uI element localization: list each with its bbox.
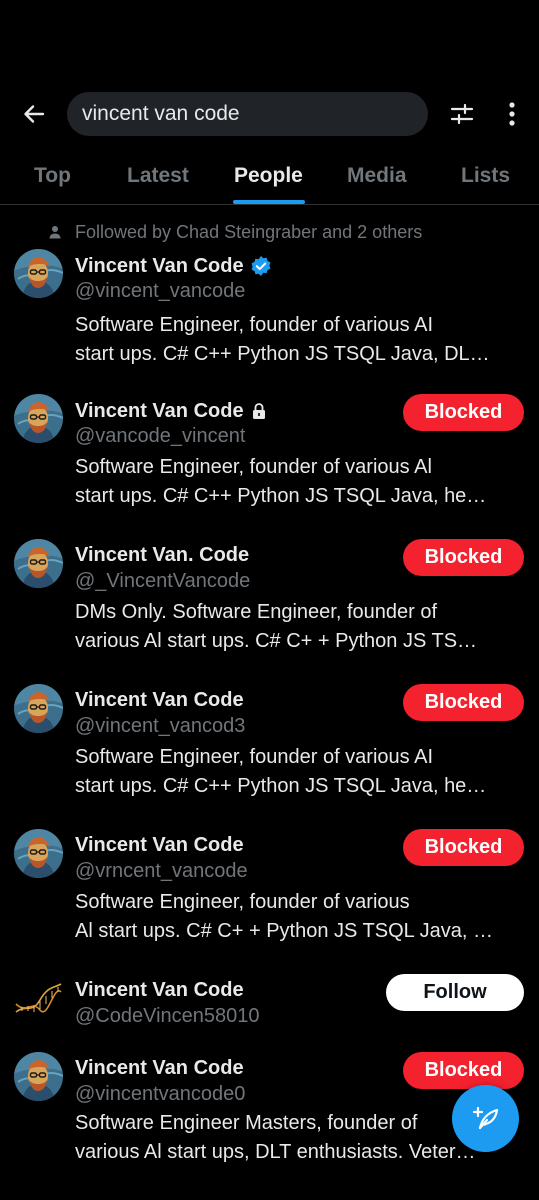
user-handle: @_VincentVancode [75,570,251,592]
avatar[interactable] [14,829,63,878]
follow-button[interactable]: Follow [386,974,524,1011]
tab-people[interactable]: People [234,164,303,188]
blocked-button[interactable]: Blocked [403,539,524,576]
blocked-button[interactable]: Blocked [403,1052,524,1089]
avatar[interactable] [14,249,63,298]
blocked-button[interactable]: Blocked [403,684,524,721]
tab-top[interactable]: Top [34,164,71,188]
user-name-row: Vincent Van. Code [75,542,249,568]
user-bio: Software Engineer, founder of various AI… [75,311,527,369]
user-handle: @vancode_vincent [75,425,246,447]
bio-line: Software Engineer, founder of various [75,891,410,913]
user-name-row: Vincent Van Code [75,398,268,424]
bio-line: Software Engineer, founder of various Al [75,456,432,478]
back-arrow-icon[interactable] [18,98,50,130]
bio-line: various Al start ups. C# C+ + Python JS … [75,630,478,652]
bio-line: start ups. C# C++ Python JS TSQL Java, h… [75,775,487,797]
tab-latest[interactable]: Latest [127,164,189,188]
social-context: Followed by Chad Steingraber and 2 other… [48,220,422,244]
user-handle: @vrncent_vancode [75,860,248,882]
bio-line: Al start ups. C# C+ + Python JS TSQL Jav… [75,920,493,942]
user-name-row: Vincent Van Code [75,687,244,713]
top-bar [0,90,539,138]
user-name: Vincent Van Code [75,978,244,1001]
user-handle: @vincentvancode0 [75,1083,246,1105]
active-tab-indicator [233,200,305,204]
user-name: Vincent Van Code [75,833,244,856]
followed-by-text: Followed by Chad Steingraber and 2 other… [75,221,423,242]
user-name-row: Vincent Van Code [75,832,244,858]
lock-icon [250,402,268,420]
search-tabs: Top Latest People Media Lists [0,150,539,205]
compose-post-button[interactable] [452,1085,519,1152]
search-field[interactable] [67,92,428,136]
avatar[interactable] [14,1052,63,1101]
bio-line: Software Engineer, founder of various AI [75,314,433,336]
bio-line: DMs Only. Software Engineer, founder of [75,601,438,623]
user-name: Vincent Van. Code [75,543,250,566]
user-name-row: Vincent Van Code [75,1055,244,1081]
user-handle: @vincent_vancod3 [75,715,246,737]
avatar[interactable] [14,539,63,588]
feather-plus-icon [472,1106,498,1129]
user-name: Vincent Van Code [75,688,244,711]
user-bio: Software Engineer, founder of various Al… [75,453,527,511]
user-bio: DMs Only. Software Engineer, founder of … [75,598,527,656]
user-handle: @CodeVincen58010 [75,1005,260,1027]
verified-icon [250,255,272,277]
user-name: Vincent Van Code [75,399,244,422]
avatar[interactable] [14,684,63,733]
tab-media[interactable]: Media [347,164,407,188]
more-options-icon[interactable] [496,98,528,130]
user-name: Vincent Van Code [75,1056,244,1079]
bio-line: various Al start ups, DLT enthusiasts. V… [75,1141,476,1163]
user-bio: Software Engineer, founder of various Al… [75,888,527,946]
tab-lists[interactable]: Lists [461,164,510,188]
filter-sliders-icon[interactable] [446,98,478,130]
bio-line: start ups. C# C++ Python JS TSQL Java, D… [75,343,490,365]
blocked-button[interactable]: Blocked [403,829,524,866]
user-handle: @vincent_vancode [75,280,246,302]
bio-line: start ups. C# C++ Python JS TSQL Java, h… [75,485,487,507]
user-name-row: Vincent Van Code [75,253,272,279]
user-name: Vincent Van Code [75,254,244,277]
person-icon [49,226,61,239]
search-input[interactable] [82,102,412,126]
dna-helix-avatar[interactable] [14,974,63,1023]
bio-line: Software Engineer, founder of various AI [75,746,433,768]
user-bio: Software Engineer, founder of various AI… [75,743,527,801]
user-name-row: Vincent Van Code [75,977,244,1003]
avatar[interactable] [14,394,63,443]
blocked-button[interactable]: Blocked [403,394,524,431]
bottom-safe-area [0,1168,539,1200]
